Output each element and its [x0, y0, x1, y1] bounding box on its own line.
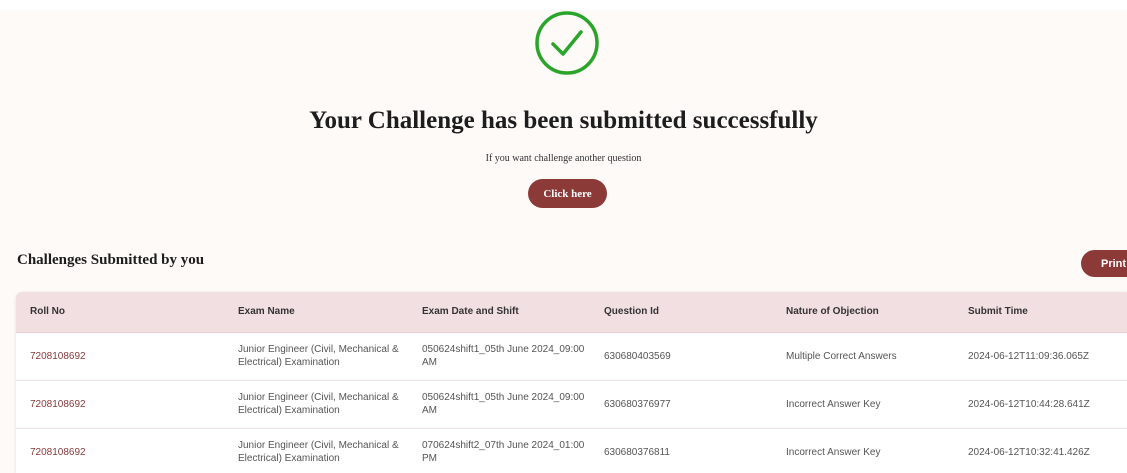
- submit-time-cell: 2024-06-12T10:32:41.426Z: [968, 447, 1090, 458]
- success-headline: Your Challenge has been submitted succes…: [309, 107, 818, 134]
- roll-no-link[interactable]: 7208108692: [30, 350, 86, 363]
- roll-no-link[interactable]: 7208108692: [30, 446, 86, 459]
- click-here-button[interactable]: Click here: [528, 179, 607, 208]
- exam-date-shift-cell: 050624shift1_05th June 2024_09:00 AM: [422, 344, 585, 368]
- column-header-roll-no: Roll No: [30, 306, 65, 317]
- objection-cell: Multiple Correct Answers: [786, 351, 897, 362]
- question-id-cell: 630680376977: [604, 399, 671, 410]
- submit-time-cell: 2024-06-12T11:09:36.065Z: [968, 351, 1090, 362]
- table-row: 7208108692 Junior Engineer (Civil, Mecha…: [16, 333, 1127, 381]
- table-row: 7208108692 Junior Engineer (Civil, Mecha…: [16, 381, 1127, 429]
- exam-name-cell: Junior Engineer (Civil, Mechanical & Ele…: [238, 392, 399, 416]
- section-title: Challenges Submitted by you: [17, 252, 205, 268]
- submit-time-cell: 2024-06-12T10:44:28.641Z: [968, 399, 1090, 410]
- challenges-table: Roll No Exam Name Exam Date and Shift Qu…: [16, 292, 1127, 473]
- exam-name-cell: Junior Engineer (Civil, Mechanical & Ele…: [238, 440, 399, 464]
- print-button[interactable]: Print: [1081, 250, 1127, 277]
- exam-date-shift-cell: 050624shift1_05th June 2024_09:00 AM: [422, 392, 585, 416]
- column-header-exam-name: Exam Name: [238, 306, 295, 317]
- check-circle-icon: [535, 11, 599, 75]
- column-header-objection: Nature of Objection: [786, 306, 879, 317]
- roll-no-link[interactable]: 7208108692: [30, 398, 86, 411]
- exam-date-shift-cell: 070624shift2_07th June 2024_01:00 PM: [422, 440, 585, 464]
- table-row: 7208108692 Junior Engineer (Civil, Mecha…: [16, 429, 1127, 473]
- question-id-cell: 630680403569: [604, 351, 671, 362]
- question-id-cell: 630680376811: [604, 447, 670, 458]
- exam-name-cell: Junior Engineer (Civil, Mechanical & Ele…: [238, 344, 399, 368]
- success-subtext: If you want challenge another question: [485, 153, 642, 164]
- table-header: Roll No Exam Name Exam Date and Shift Qu…: [16, 292, 1127, 333]
- column-header-submit-time: Submit Time: [968, 306, 1028, 317]
- column-header-exam-date-shift: Exam Date and Shift: [422, 306, 519, 317]
- column-header-question-id: Question Id: [604, 306, 659, 317]
- objection-cell: Incorrect Answer Key: [786, 399, 881, 410]
- objection-cell: Incorrect Answer Key: [786, 447, 881, 458]
